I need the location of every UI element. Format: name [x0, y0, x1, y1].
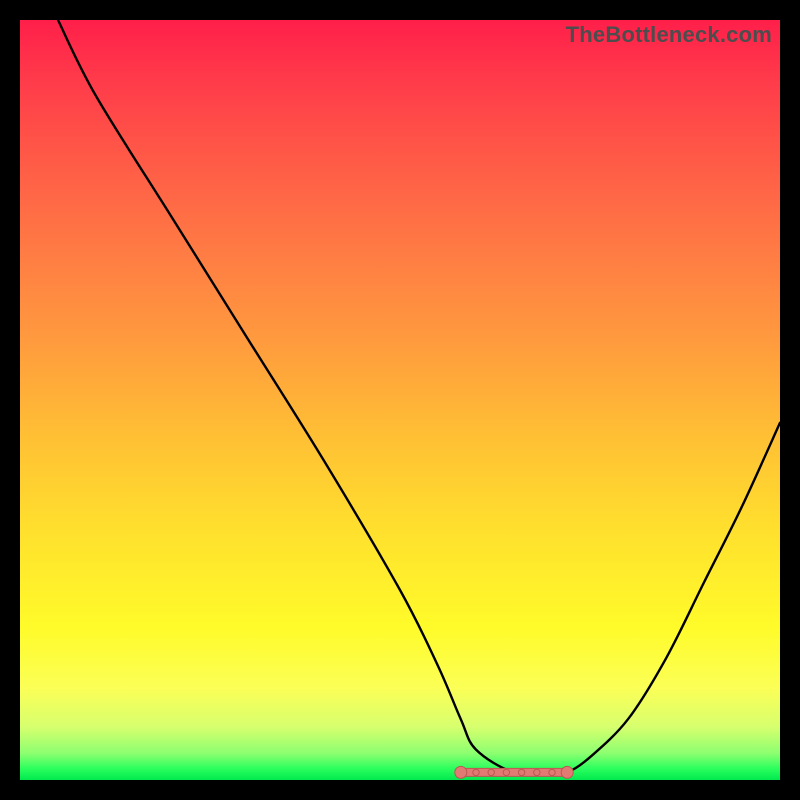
optimal-marker [488, 769, 494, 775]
optimal-marker [561, 766, 573, 778]
optimal-markers [20, 20, 780, 780]
optimal-marker [503, 769, 509, 775]
optimal-marker [549, 769, 555, 775]
watermark-label: TheBottleneck.com [566, 22, 772, 48]
optimal-marker [473, 769, 479, 775]
optimal-marker [455, 766, 467, 778]
optimal-marker [518, 769, 524, 775]
chart-frame: TheBottleneck.com [20, 20, 780, 780]
optimal-marker [534, 769, 540, 775]
